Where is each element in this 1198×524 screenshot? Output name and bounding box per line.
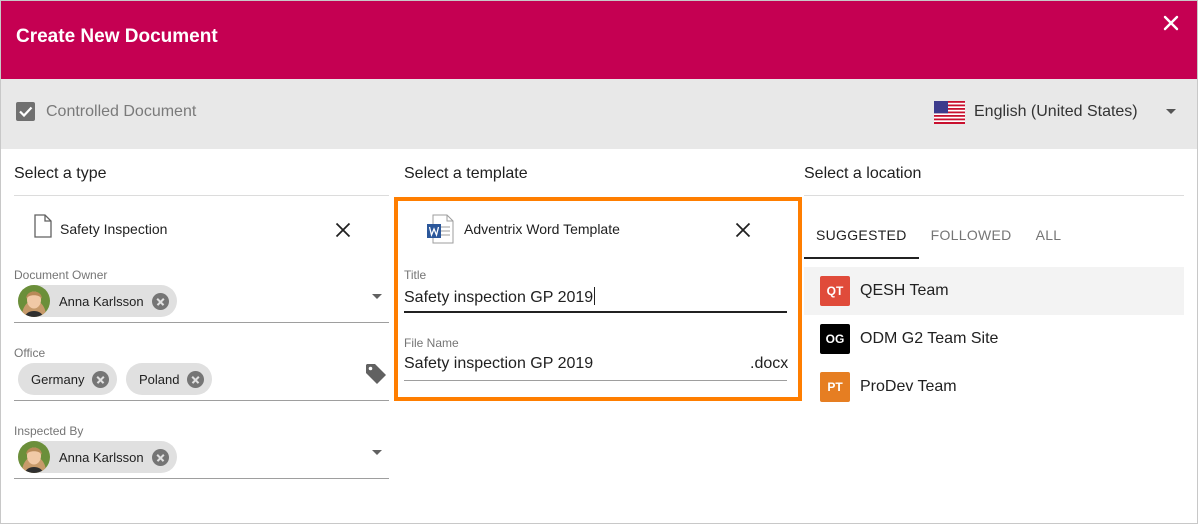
avatar (18, 441, 50, 473)
dialog-title: Create New Document (16, 26, 218, 47)
tag-icon[interactable] (365, 363, 387, 385)
divider (804, 195, 1184, 196)
filename-input[interactable]: Safety inspection GP 2019 (404, 355, 593, 373)
dialog-toolbar: Controlled Document English (United Stat… (1, 79, 1197, 149)
site-name: ProDev Team (860, 378, 957, 395)
selected-type-name: Safety Inspection (60, 221, 168, 237)
chip-label: Germany (31, 371, 85, 387)
selected-template-name: Adventrix Word Template (464, 221, 620, 237)
document-owner-dropdown-caret[interactable] (372, 294, 382, 299)
chip-label: Poland (139, 371, 180, 387)
select-type-heading: Select a type (14, 165, 107, 182)
tab-all[interactable]: ALL (1024, 211, 1074, 259)
title-input-value: Safety inspection GP 2019 (404, 289, 594, 306)
site-badge: OG (820, 324, 850, 354)
text-cursor (594, 287, 596, 305)
inspected-by-label: Inspected By (14, 424, 84, 438)
field-underline (14, 478, 389, 479)
us-flag-icon (934, 101, 965, 124)
remove-chip-icon[interactable] (187, 370, 205, 388)
chip-label: Anna Karlsson (59, 293, 144, 309)
avatar (18, 285, 50, 317)
field-underline (14, 400, 389, 401)
site-badge: PT (820, 372, 850, 402)
select-location-heading: Select a location (804, 165, 922, 182)
site-badge: QT (820, 276, 850, 306)
filename-extension: .docx (750, 355, 789, 372)
document-icon (34, 214, 52, 238)
document-owner-label: Document Owner (14, 268, 108, 282)
remove-chip-icon[interactable] (151, 292, 169, 310)
site-item[interactable]: QT QESH Team (804, 267, 1184, 315)
checkmark-icon (19, 106, 33, 118)
dialog-header: Create New Document (1, 1, 1197, 79)
site-item[interactable]: OG ODM G2 Team Site (804, 315, 1184, 363)
close-icon[interactable] (1161, 13, 1181, 33)
field-underline (404, 380, 787, 381)
tab-suggested[interactable]: SUGGESTED (804, 211, 919, 259)
site-name: QESH Team (860, 282, 949, 299)
chip-label: Anna Karlsson (59, 449, 144, 465)
title-underline-focused (404, 311, 787, 313)
site-item[interactable]: PT ProDev Team (804, 363, 1184, 411)
office-chip[interactable]: Poland (126, 363, 213, 395)
divider (14, 195, 389, 196)
inspected-by-dropdown-caret[interactable] (372, 450, 382, 455)
remove-chip-icon[interactable] (151, 448, 169, 466)
office-label: Office (14, 346, 46, 360)
language-dropdown-caret[interactable] (1166, 109, 1176, 114)
select-template-heading: Select a template (404, 165, 528, 182)
field-underline (14, 322, 389, 323)
create-document-dialog: Create New Document Controlled Document … (0, 0, 1198, 524)
inspected-by-chip[interactable]: Anna Karlsson (18, 441, 177, 473)
document-owner-chip[interactable]: Anna Karlsson (18, 285, 177, 317)
tab-followed[interactable]: FOLLOWED (919, 211, 1024, 259)
language-selector[interactable]: English (United States) (974, 103, 1138, 121)
title-input[interactable]: Safety inspection GP 2019 (404, 287, 596, 307)
word-document-icon (427, 214, 454, 244)
controlled-document-label: Controlled Document (46, 103, 197, 120)
remove-chip-icon[interactable] (92, 370, 110, 388)
location-tabs: SUGGESTED FOLLOWED ALL (804, 211, 1073, 259)
controlled-document-checkbox[interactable] (16, 102, 35, 121)
clear-type-button[interactable] (335, 222, 351, 238)
office-chip[interactable]: Germany (18, 363, 118, 395)
site-name: ODM G2 Team Site (860, 330, 999, 347)
filename-field-label: File Name (404, 336, 459, 350)
title-field-label: Title (404, 268, 427, 282)
clear-template-button[interactable] (735, 222, 751, 238)
